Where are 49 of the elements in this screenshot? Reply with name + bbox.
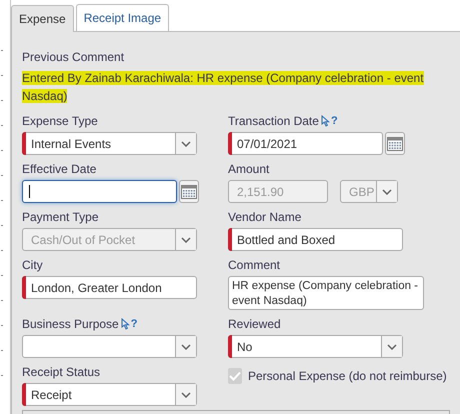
calendar-button[interactable] xyxy=(179,180,199,203)
comment-field[interactable]: HR expense (Company celebration - event Nasdaq) xyxy=(228,276,424,310)
caret-icon xyxy=(387,344,397,350)
field-label: Reviewed xyxy=(228,317,281,331)
checkbox-label: Personal Expense (do not reimburse) xyxy=(248,368,447,382)
help-button[interactable]: ? xyxy=(120,318,138,330)
field-label: Expense Type xyxy=(22,114,98,128)
text-cursor xyxy=(29,185,30,198)
dropdown-button[interactable] xyxy=(381,336,402,357)
calendar-button[interactable] xyxy=(385,132,405,155)
caret-icon xyxy=(181,344,191,350)
field-label: Transaction Date xyxy=(228,114,319,128)
dropdown-field[interactable]: Internal Events xyxy=(22,132,197,155)
dropdown-value: Internal Events xyxy=(30,136,112,150)
pointer-icon xyxy=(320,115,330,127)
calendar-icon xyxy=(181,184,197,198)
caret-icon xyxy=(181,140,191,146)
text-field[interactable]: London, Greater London xyxy=(22,276,197,299)
dropdown-button[interactable] xyxy=(376,181,397,202)
field-label: Previous Comment xyxy=(22,50,126,64)
field-label: Amount xyxy=(228,162,270,176)
field-label: Business Purpose xyxy=(22,317,119,331)
help-button[interactable]: ? xyxy=(320,115,338,127)
field-label: Vendor Name xyxy=(228,210,302,224)
calendar-icon xyxy=(387,136,403,150)
dropdown-field[interactable]: Receipt xyxy=(22,383,197,406)
dropdown-button[interactable] xyxy=(175,133,196,154)
previous-comment: Entered By Zainab Karachiwala: HR expense (Company celebration - event Nasdaq) xyxy=(22,70,425,105)
field-label: Payment Type xyxy=(22,210,98,224)
field-label: City xyxy=(22,258,43,272)
text-field[interactable]: Bottled and Boxed xyxy=(228,228,403,251)
caret-icon xyxy=(382,188,392,194)
field-label: Receipt Status xyxy=(22,365,100,379)
caret-icon xyxy=(181,236,191,242)
dropdown-button[interactable] xyxy=(175,336,196,357)
tab[interactable]: Receipt Image xyxy=(76,4,170,31)
dropdown-value: Receipt xyxy=(30,388,73,402)
dropdown-button[interactable] xyxy=(175,384,196,405)
date-field[interactable]: 07/01/2021 xyxy=(228,132,383,155)
field-label: Comment xyxy=(228,258,280,272)
dropdown-value: Cash/Out of Pocket xyxy=(30,232,136,246)
caret-icon xyxy=(181,392,191,398)
dropdown-field[interactable]: No xyxy=(228,335,403,358)
dropdown-field[interactable] xyxy=(22,335,197,358)
tab[interactable]: Expense xyxy=(11,5,74,32)
date-field[interactable] xyxy=(22,180,177,203)
field-label: Effective Date xyxy=(22,162,96,176)
dropdown-value: No xyxy=(236,340,254,354)
pointer-icon xyxy=(120,318,130,330)
